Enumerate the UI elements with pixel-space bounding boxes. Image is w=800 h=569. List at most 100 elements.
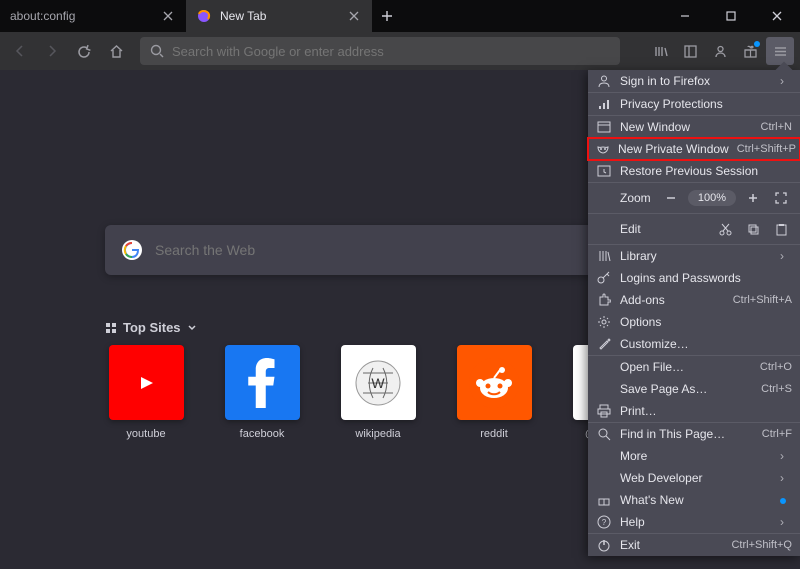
close-icon[interactable] — [160, 8, 176, 24]
tile-label: wikipedia — [337, 428, 419, 440]
menu-find[interactable]: Find in This Page… Ctrl+F — [588, 423, 800, 445]
window-controls — [662, 0, 800, 32]
library-button[interactable] — [646, 37, 674, 65]
new-tab-button[interactable] — [372, 1, 402, 31]
menu-zoom-row: Zoom 100% — [588, 183, 800, 213]
close-icon[interactable] — [346, 8, 362, 24]
whats-new-button[interactable] — [736, 37, 764, 65]
home-button[interactable] — [102, 37, 130, 65]
menu-label: Exit — [620, 538, 723, 552]
menu-save-page[interactable]: Save Page As… Ctrl+S — [588, 378, 800, 400]
fullscreen-button[interactable] — [770, 187, 792, 209]
menu-library[interactable]: Library › — [588, 245, 800, 267]
menu-label: Add-ons — [620, 293, 725, 307]
zoom-value[interactable]: 100% — [688, 190, 736, 206]
menu-whats-new[interactable]: What's New — [588, 489, 800, 511]
tile-wikipedia[interactable]: W wikipedia — [337, 345, 419, 440]
menu-help[interactable]: ? Help › — [588, 511, 800, 533]
cut-button[interactable] — [714, 218, 736, 240]
search-icon — [150, 44, 166, 58]
chevron-right-icon: › — [780, 74, 792, 88]
svg-text:W: W — [371, 375, 385, 391]
paste-button[interactable] — [770, 218, 792, 240]
zoom-out-button[interactable] — [660, 187, 682, 209]
menu-label: Sign in to Firefox — [620, 74, 772, 88]
tab-bar: about:config New Tab — [0, 0, 800, 32]
google-icon — [121, 239, 143, 261]
firefox-icon — [196, 8, 212, 24]
svg-text:?: ? — [602, 518, 607, 527]
menu-shortcut: Ctrl+O — [760, 361, 792, 373]
menu-label: Library — [620, 249, 772, 263]
menu-privacy[interactable]: Privacy Protections — [588, 93, 800, 115]
chevron-right-icon: › — [780, 515, 792, 529]
sidebar-button[interactable] — [676, 37, 704, 65]
menu-label: Web Developer — [620, 471, 772, 485]
menu-shortcut: Ctrl+S — [761, 383, 792, 395]
menu-label: Options — [620, 315, 792, 329]
menu-shortcut: Ctrl+Shift+A — [733, 294, 792, 306]
tab-new-tab[interactable]: New Tab — [186, 0, 372, 32]
restore-icon — [596, 164, 612, 178]
menu-open-file[interactable]: Open File… Ctrl+O — [588, 356, 800, 378]
url-bar[interactable] — [140, 37, 620, 65]
chevron-right-icon: › — [780, 449, 792, 463]
menu-new-private-window[interactable]: New Private Window Ctrl+Shift+P — [588, 138, 800, 160]
copy-button[interactable] — [742, 218, 764, 240]
menu-label: More — [620, 449, 772, 463]
minimize-button[interactable] — [662, 0, 708, 32]
forward-button[interactable] — [38, 37, 66, 65]
menu-label: Restore Previous Session — [620, 164, 792, 178]
tab-about-config[interactable]: about:config — [0, 0, 186, 32]
menu-customize[interactable]: Customize… — [588, 333, 800, 355]
menu-addons[interactable]: Add-ons Ctrl+Shift+A — [588, 289, 800, 311]
gift-icon — [596, 493, 612, 507]
tab-title: about:config — [10, 9, 160, 23]
tile-youtube[interactable]: youtube — [105, 345, 187, 440]
print-icon — [596, 404, 612, 418]
menu-label: Logins and Passwords — [620, 271, 792, 285]
brush-icon — [596, 337, 612, 351]
menu-logins[interactable]: Logins and Passwords — [588, 267, 800, 289]
menu-more[interactable]: More › — [588, 445, 800, 467]
search-icon — [596, 427, 612, 441]
close-window-button[interactable] — [754, 0, 800, 32]
menu-exit[interactable]: Exit Ctrl+Shift+Q — [588, 534, 800, 556]
tile-facebook[interactable]: facebook — [221, 345, 303, 440]
grid-icon — [105, 322, 117, 334]
window-icon — [596, 120, 612, 134]
url-input[interactable] — [172, 44, 610, 59]
menu-label: Help — [620, 515, 772, 529]
reload-button[interactable] — [70, 37, 98, 65]
menu-label: New Window — [620, 120, 753, 134]
zoom-in-button[interactable] — [742, 187, 764, 209]
edit-label: Edit — [596, 222, 708, 236]
app-menu-button[interactable] — [766, 37, 794, 65]
menu-print[interactable]: Print… — [588, 400, 800, 422]
tile-reddit[interactable]: reddit — [453, 345, 535, 440]
menu-restore-session[interactable]: Restore Previous Session — [588, 160, 800, 182]
maximize-button[interactable] — [708, 0, 754, 32]
menu-label: Open File… — [620, 360, 752, 374]
menu-label: Print… — [620, 404, 792, 418]
menu-label: Customize… — [620, 337, 792, 351]
menu-options[interactable]: Options — [588, 311, 800, 333]
top-sites-grid: youtube facebook W wikipedia reddit a @a… — [105, 345, 651, 440]
account-button[interactable] — [706, 37, 734, 65]
top-sites-header[interactable]: Top Sites — [105, 320, 197, 335]
tile-label: facebook — [221, 428, 303, 440]
tile-label: youtube — [105, 428, 187, 440]
back-button[interactable] — [6, 37, 34, 65]
user-icon — [596, 74, 612, 88]
menu-label: Find in This Page… — [620, 427, 754, 441]
menu-label: New Private Window — [618, 142, 729, 156]
menu-edit-row: Edit — [588, 214, 800, 244]
tile-label: reddit — [453, 428, 535, 440]
menu-signin[interactable]: Sign in to Firefox › — [588, 70, 800, 92]
menu-new-window[interactable]: New Window Ctrl+N — [588, 116, 800, 138]
chevron-right-icon: › — [780, 249, 792, 263]
menu-web-developer[interactable]: Web Developer › — [588, 467, 800, 489]
menu-label: Privacy Protections — [620, 97, 792, 111]
gear-icon — [596, 315, 612, 329]
menu-shortcut: Ctrl+N — [761, 121, 792, 133]
